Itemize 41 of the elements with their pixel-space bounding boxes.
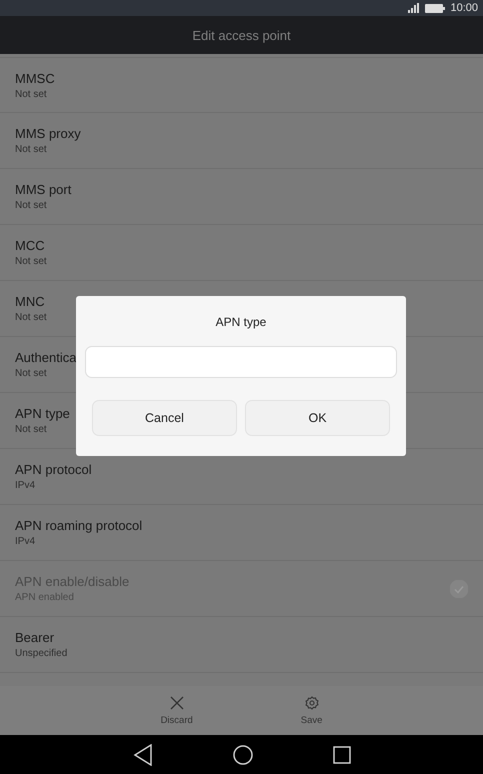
dialog-button[interactable]: Cancel	[92, 400, 237, 436]
settings-row[interactable]: MMSC Not set	[0, 57, 483, 113]
screen-title: Edit access point	[192, 28, 291, 42]
setting-label: MNC	[15, 294, 46, 309]
setting-value: Not set	[15, 368, 48, 379]
settings-row[interactable]: MMS proxy Not set	[0, 113, 483, 169]
setting-value: IPv4	[15, 480, 36, 491]
clock-time: 10:00	[450, 2, 478, 14]
setting-value: Not set	[15, 256, 47, 267]
close-icon	[170, 696, 184, 710]
setting-value: Not set	[15, 312, 47, 323]
home-icon[interactable]	[232, 744, 252, 764]
setting-value: Not set	[15, 88, 48, 100]
settings-row[interactable]: MMS port Not set	[0, 169, 483, 225]
setting-label: MCC	[15, 238, 46, 253]
settings-row[interactable]: Bearer Unspecified	[0, 617, 483, 673]
recents-icon[interactable]	[332, 746, 350, 764]
setting-label: MMS proxy	[15, 126, 81, 141]
dialog-title: APN type	[216, 315, 266, 329]
setting-value: IPv4	[15, 536, 36, 547]
setting-value: Not set	[15, 424, 48, 435]
setting-label: Bearer	[15, 630, 56, 645]
setting-label: Authentica	[15, 350, 76, 365]
back-icon[interactable]	[132, 744, 152, 766]
setting-value: Not set	[15, 200, 48, 211]
setting-label: APN protocol	[15, 462, 92, 477]
setting-value: Unspecified	[15, 648, 68, 659]
settings-row[interactable]: APN roaming protocol IPv4	[0, 505, 483, 561]
dialog-button[interactable]: OK	[245, 400, 390, 436]
input-field[interactable]	[85, 346, 397, 378]
battery-icon	[425, 4, 446, 12]
setting-value: Not set	[15, 144, 48, 155]
action-button[interactable]: Save	[296, 686, 326, 735]
setting-label: APN type	[15, 406, 70, 421]
settings-row[interactable]: MCC Not set	[0, 225, 483, 281]
action-button[interactable]: Discard	[156, 686, 197, 735]
signal-icon	[408, 3, 420, 13]
setting-label: MMSC	[15, 70, 55, 86]
settings-icon	[304, 696, 319, 710]
setting-label: MMS port	[15, 182, 72, 197]
setting-label: APN roaming protocol	[15, 518, 142, 533]
